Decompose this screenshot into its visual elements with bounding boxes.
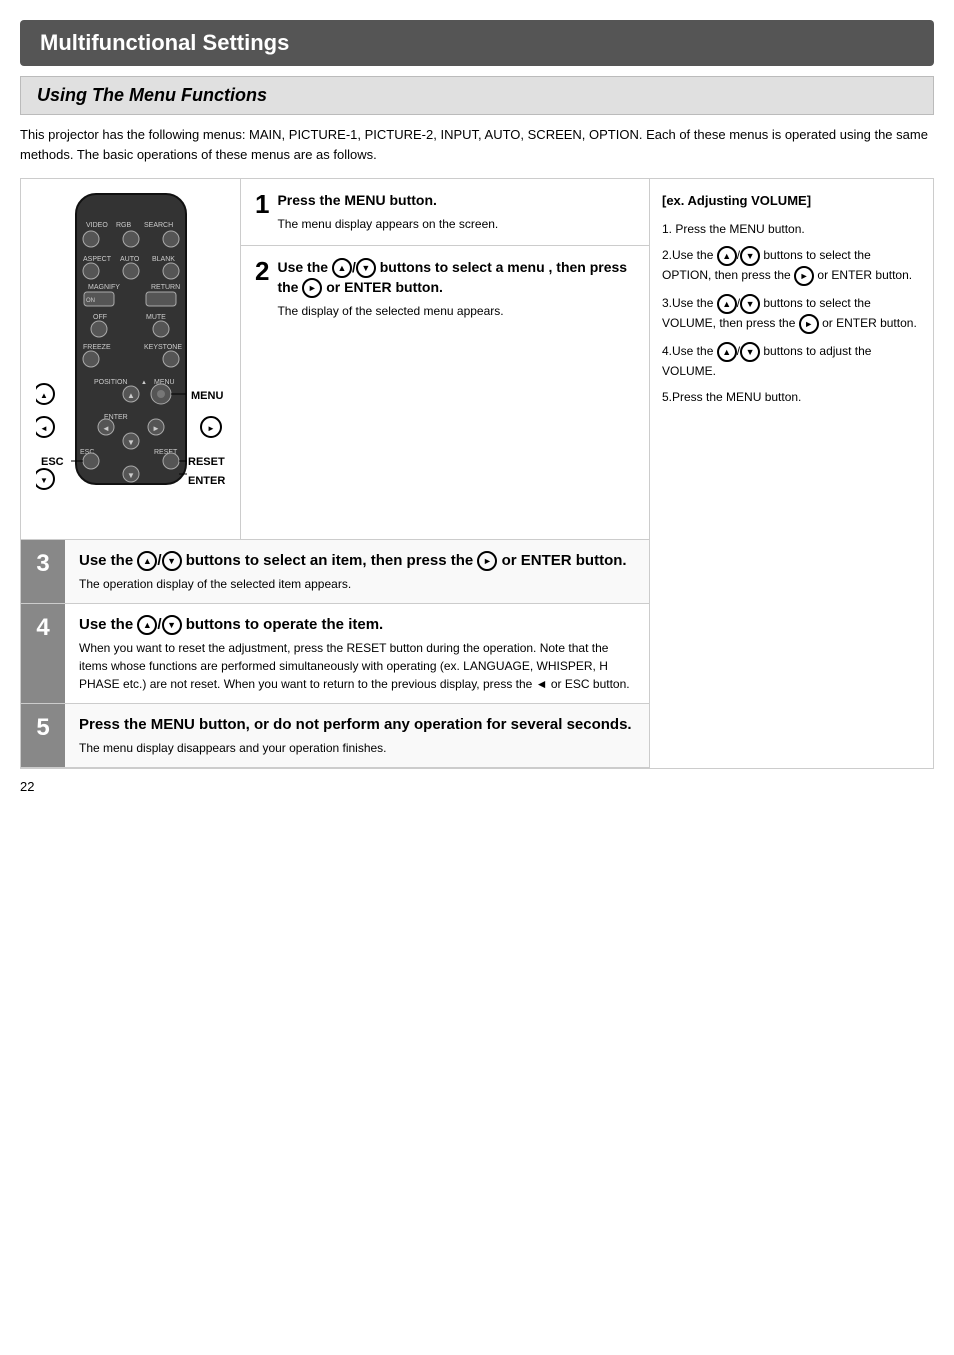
right-panel-item-4: 4.Use the / buttons to adjust the VOLUME… <box>662 342 921 380</box>
step-5-row: 5 Press the MENU button, or do not perfo… <box>21 704 649 768</box>
left-panel: VIDEO RGB SEARCH ASPECT AUTO BLANK MAGNI… <box>20 178 650 769</box>
svg-text:MENU: MENU <box>191 390 223 402</box>
right-panel-item-5: 5.Press the MENU button. <box>662 388 921 406</box>
step-row-top: VIDEO RGB SEARCH ASPECT AUTO BLANK MAGNI… <box>21 179 649 540</box>
svg-text:MAGNIFY: MAGNIFY <box>88 284 120 291</box>
step-2-block: 2 Use the / buttons to select a menu , t… <box>241 246 649 333</box>
step-3-heading: Use the / buttons to select an item, the… <box>79 550 635 571</box>
step-5-desc: The menu display disappears and your ope… <box>79 739 635 757</box>
svg-text:►: ► <box>207 424 215 433</box>
step-3-row: 3 Use the / buttons to select an item, t… <box>21 540 649 604</box>
intro-text: This projector has the following menus: … <box>20 125 934 164</box>
right-panel-item-1: 1. Press the MENU button. <box>662 220 921 238</box>
remote-control-svg: VIDEO RGB SEARCH ASPECT AUTO BLANK MAGNI… <box>36 189 226 529</box>
svg-text:POSITION: POSITION <box>94 379 127 386</box>
step-2-heading: Use the / buttons to select a menu , the… <box>277 258 635 299</box>
svg-text:SEARCH: SEARCH <box>144 222 173 229</box>
svg-text:◄: ◄ <box>40 424 48 433</box>
step-1-heading: Press the MENU button. <box>277 191 498 211</box>
right-panel-item-3: 3.Use the / buttons to select the VOLUME… <box>662 294 921 334</box>
svg-text:▼: ▼ <box>127 438 135 447</box>
page-number: 22 <box>20 779 934 794</box>
step-3-content: Use the / buttons to select an item, the… <box>65 540 649 603</box>
svg-text:RESET: RESET <box>188 456 225 468</box>
remote-area: VIDEO RGB SEARCH ASPECT AUTO BLANK MAGNI… <box>21 179 241 539</box>
svg-text:ESC: ESC <box>41 456 64 468</box>
section-title: Using The Menu Functions <box>20 76 934 115</box>
step-1-desc: The menu display appears on the screen. <box>277 215 498 233</box>
svg-text:MUTE: MUTE <box>146 314 166 321</box>
svg-text:AUTO: AUTO <box>120 256 140 263</box>
svg-text:ON: ON <box>86 298 95 304</box>
step-5-content: Press the MENU button, or do not perform… <box>65 704 649 767</box>
svg-text:BLANK: BLANK <box>152 256 175 263</box>
svg-text:◄: ◄ <box>102 424 110 433</box>
step-5-heading: Press the MENU button, or do not perform… <box>79 714 635 735</box>
main-content: VIDEO RGB SEARCH ASPECT AUTO BLANK MAGNI… <box>20 178 934 769</box>
steps-1-2: 1 Press the MENU button. The menu displa… <box>241 179 649 539</box>
step-2-number: 2 <box>255 258 269 284</box>
svg-text:RETURN: RETURN <box>151 284 180 291</box>
step-3-desc: The operation display of the selected it… <box>79 575 635 593</box>
svg-text:ASPECT: ASPECT <box>83 256 112 263</box>
right-panel-item-2: 2.Use the / buttons to select the OPTION… <box>662 246 921 286</box>
step-1-number: 1 <box>255 191 269 217</box>
svg-text:▲: ▲ <box>127 391 135 400</box>
svg-text:VIDEO: VIDEO <box>86 222 108 229</box>
svg-text:►: ► <box>152 424 160 433</box>
step-4-number: 4 <box>21 604 65 703</box>
step-5-number: 5 <box>21 704 65 767</box>
step-3-number: 3 <box>21 540 65 603</box>
svg-text:RGB: RGB <box>116 222 132 229</box>
step-4-desc: When you want to reset the adjustment, p… <box>79 639 635 693</box>
step-1-block: 1 Press the MENU button. The menu displa… <box>241 179 649 246</box>
step-4-heading: Use the / buttons to operate the item. <box>79 614 635 635</box>
svg-text:KEYSTONE: KEYSTONE <box>144 344 182 351</box>
svg-text:▼: ▼ <box>127 471 135 480</box>
page-header: Multifunctional Settings <box>20 20 934 66</box>
step-4-content: Use the / buttons to operate the item. W… <box>65 604 649 703</box>
right-panel: [ex. Adjusting VOLUME] 1. Press the MENU… <box>650 178 934 769</box>
svg-text:▲: ▲ <box>141 380 147 386</box>
right-panel-title: [ex. Adjusting VOLUME] <box>662 191 921 212</box>
step-4-row: 4 Use the / buttons to operate the item.… <box>21 604 649 704</box>
svg-text:ENTER: ENTER <box>188 475 225 487</box>
svg-text:OFF: OFF <box>93 314 107 321</box>
svg-text:▲: ▲ <box>40 391 48 400</box>
svg-text:FREEZE: FREEZE <box>83 344 111 351</box>
svg-text:▼: ▼ <box>40 476 48 485</box>
step-2-desc: The display of the selected menu appears… <box>277 302 635 320</box>
